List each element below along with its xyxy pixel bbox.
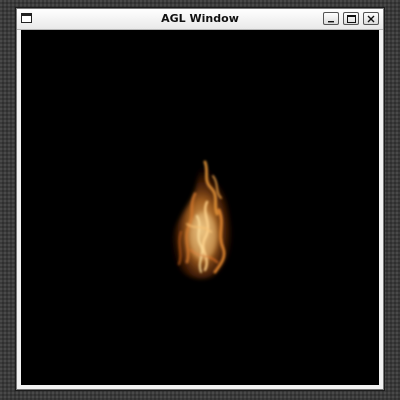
maximize-icon xyxy=(346,14,356,23)
render-canvas[interactable] xyxy=(21,30,379,385)
close-button[interactable] xyxy=(363,12,379,25)
close-icon xyxy=(367,15,375,22)
agl-window: AGL Window xyxy=(16,8,384,390)
maximize-button[interactable] xyxy=(343,12,359,25)
fire-effect xyxy=(171,158,233,279)
minimize-icon xyxy=(328,20,334,22)
flame-core xyxy=(189,212,217,260)
minimize-button[interactable] xyxy=(323,12,339,25)
title-bar[interactable]: AGL Window xyxy=(17,9,383,30)
